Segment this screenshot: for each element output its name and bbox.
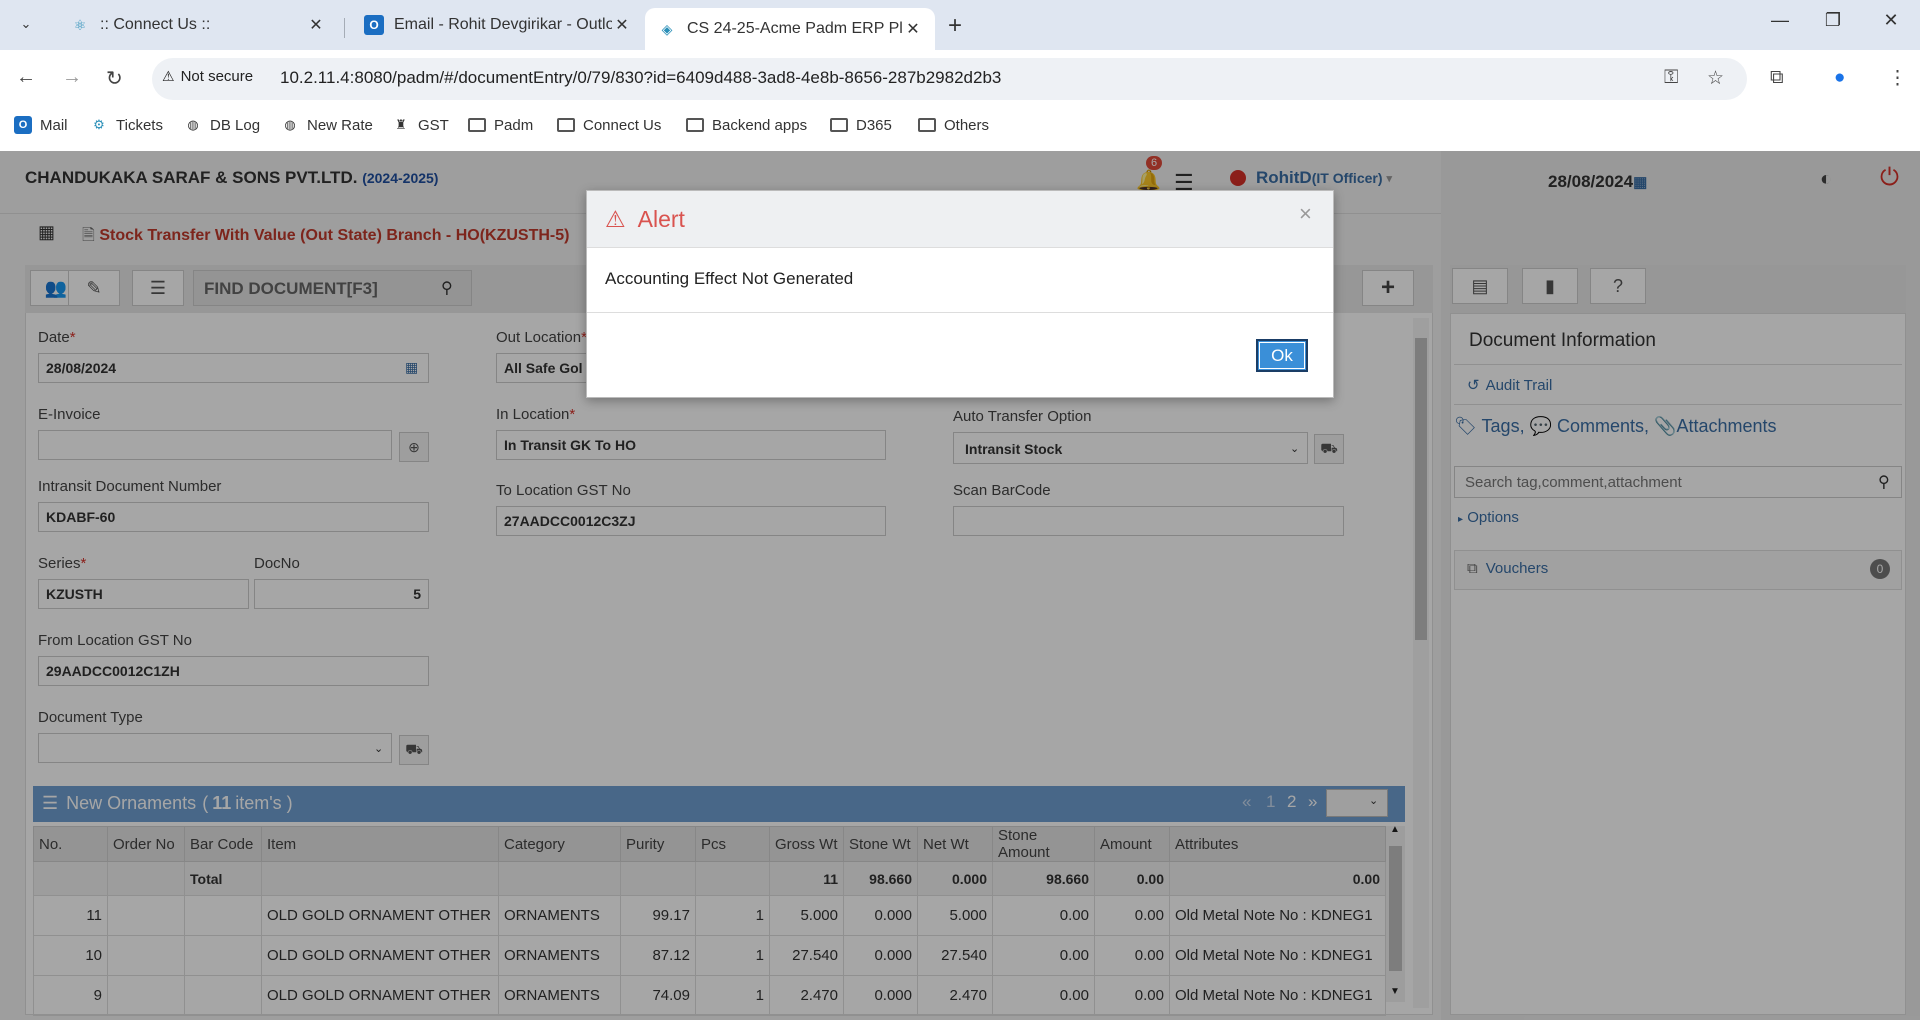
react-icon: ⚛ [73,16,87,33]
bookmark-gst[interactable]: ♜ GST [392,116,449,134]
alert-message: Accounting Effect Not Generated [605,269,854,288]
tab-close-icon[interactable]: ✕ [612,15,632,35]
bookmark-backend-apps[interactable]: Backend apps [686,116,807,134]
browser-tab-erp[interactable]: ◈ CS 24-25-Acme Padm ERP Platform ✕ [645,8,935,50]
globe-icon: ◍ [187,117,199,132]
tab-close-icon[interactable]: ✕ [306,15,326,35]
folder-icon [918,116,936,134]
forward-icon[interactable]: → [62,66,82,89]
security-indicator[interactable]: ⚠ Not secure [162,68,253,85]
outlook-icon: O [364,15,384,35]
divider [587,312,1333,313]
folder-icon [557,116,575,134]
password-key-icon[interactable]: ⚿ [1664,67,1678,89]
emblem-icon: ♜ [395,117,407,132]
extensions-icon[interactable]: ⧉ [1770,67,1784,89]
ticket-icon: ⚙ [93,117,105,132]
bookmark-db-log[interactable]: ◍ DB Log [184,116,260,134]
bookmark-connect-us[interactable]: Connect Us [557,116,661,134]
erp-icon: ◈ [661,20,673,37]
alert-title: ⚠ Alert [605,206,685,232]
tab-close-icon[interactable]: ✕ [903,19,923,39]
browser-tab-connect-us[interactable]: ⚛ :: Connect Us :: ✕ [58,7,338,43]
minimize-icon[interactable]: — [1755,10,1805,31]
restore-icon[interactable]: ❐ [1808,10,1858,31]
reload-icon[interactable]: ↻ [106,66,123,91]
tab-search-chevron-icon[interactable]: ⌄ [14,12,38,36]
bookmark-padm[interactable]: Padm [468,116,533,134]
folder-icon [830,116,848,134]
url-text[interactable]: 10.2.11.4:8080/padm/#/documentEntry/0/79… [280,68,1001,88]
bookmark-new-rate[interactable]: ◍ New Rate [281,116,373,134]
ok-button[interactable]: Ok [1256,339,1308,372]
warning-icon: ⚠ [162,68,175,84]
profile-avatar-icon[interactable]: ● [1834,67,1845,89]
alert-dialog: ⚠ Alert × Accounting Effect Not Generate… [586,190,1334,398]
bookmark-tickets[interactable]: ⚙ Tickets [90,116,163,134]
bookmark-others[interactable]: Others [918,116,989,134]
bookmark-d365[interactable]: D365 [830,116,892,134]
close-window-icon[interactable]: ✕ [1866,10,1916,31]
close-icon[interactable]: × [1299,201,1312,227]
star-bookmark-icon[interactable]: ☆ [1707,67,1724,90]
back-icon[interactable]: ← [16,66,36,89]
warning-triangle-icon: ⚠ [605,206,626,232]
bookmark-mail[interactable]: O Mail [14,116,68,134]
browser-tab-outlook[interactable]: O Email - Rohit Devgirikar - Outlook ✕ [352,7,644,43]
new-tab-icon[interactable]: + [948,12,962,40]
globe-icon: ◍ [284,117,296,132]
outlook-icon: O [14,116,32,134]
folder-icon [468,116,486,134]
browser-menu-icon[interactable]: ⋮ [1888,67,1907,90]
folder-icon [686,116,704,134]
alert-header [587,191,1333,248]
tab-separator [344,18,345,38]
